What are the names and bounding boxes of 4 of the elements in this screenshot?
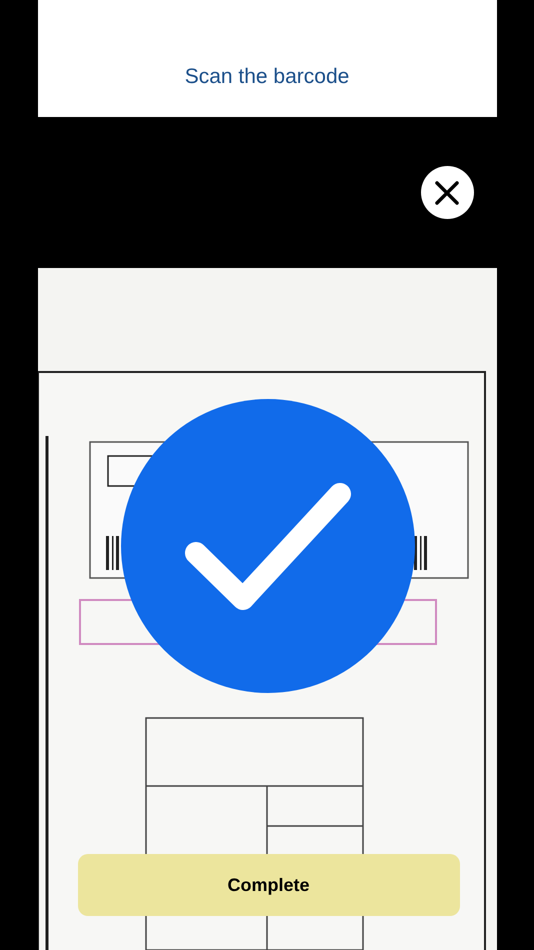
close-icon <box>434 180 460 206</box>
title: Scan the barcode <box>184 64 350 90</box>
complete-button[interactable]: Complete <box>78 854 460 916</box>
close-button[interactable] <box>420 166 474 219</box>
